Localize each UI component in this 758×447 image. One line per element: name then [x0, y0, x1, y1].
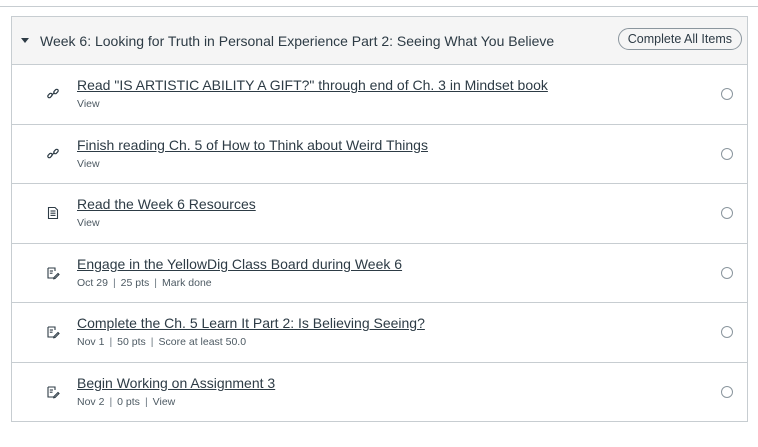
completion-status-icon[interactable]	[721, 385, 733, 398]
completion-status-icon[interactable]	[721, 266, 733, 279]
caret-down-icon[interactable]	[20, 36, 30, 46]
module-header[interactable]: Week 6: Looking for Truth in Personal Ex…	[12, 17, 747, 65]
meta-value: View	[77, 157, 100, 170]
meta-separator: |	[109, 395, 113, 408]
item-title-link[interactable]: Read the Week 6 Resources	[77, 196, 256, 212]
item-title-link[interactable]: Read "IS ARTISTIC ABILITY A GIFT?" throu…	[77, 77, 548, 93]
meta-value: 25 pts	[120, 276, 150, 289]
module-item: Complete the Ch. 5 Learn It Part 2: Is B…	[12, 303, 747, 363]
module-item: Engage in the YellowDig Class Board duri…	[12, 244, 747, 304]
assignment-icon	[46, 325, 60, 339]
link-icon	[46, 147, 60, 161]
item-meta: View	[77, 98, 100, 110]
meta-value: View	[152, 395, 176, 408]
meta-value: View	[77, 217, 100, 230]
meta-value: Nov 1	[77, 336, 105, 349]
item-meta: View	[77, 158, 100, 170]
item-meta: Nov 2 | 0 pts | View	[77, 396, 175, 408]
meta-value: Nov 2	[77, 395, 105, 408]
complete-all-button[interactable]: Complete All Items	[617, 28, 742, 50]
item-title-link[interactable]: Finish reading Ch. 5 of How to Think abo…	[77, 137, 428, 153]
module-item: Begin Working on Assignment 3 Nov 2 | 0 pts…	[12, 363, 747, 423]
meta-value: 0 pts	[117, 395, 140, 408]
completion-status-icon[interactable]	[721, 326, 733, 339]
top-divider	[0, 6, 758, 7]
item-meta: View	[77, 217, 100, 229]
meta-value: 50 pts	[117, 336, 146, 349]
module-item: Read the Week 6 Resources View	[12, 184, 747, 244]
meta-separator: |	[109, 336, 113, 349]
item-meta: Oct 29 | 25 pts | Mark done	[77, 277, 212, 289]
module-item: Read "IS ARTISTIC ABILITY A GIFT?" throu…	[12, 65, 747, 125]
meta-value: View	[77, 98, 100, 110]
completion-status-icon[interactable]	[721, 207, 733, 220]
item-title-link[interactable]: Complete the Ch. 5 Learn It Part 2: Is B…	[77, 315, 425, 331]
assignment-icon	[46, 385, 60, 399]
item-title-link[interactable]: Engage in the YellowDig Class Board duri…	[77, 256, 402, 272]
link-icon	[46, 87, 60, 101]
item-title-link[interactable]: Begin Working on Assignment 3	[77, 375, 275, 391]
assignment-icon	[46, 266, 60, 280]
meta-value: Oct 29	[77, 276, 108, 289]
meta-separator: |	[144, 395, 148, 408]
meta-separator: |	[112, 276, 116, 289]
module-item: Finish reading Ch. 5 of How to Think abo…	[12, 125, 747, 185]
module-panel: Week 6: Looking for Truth in Personal Ex…	[11, 16, 748, 422]
meta-separator: |	[154, 276, 158, 289]
completion-status-icon[interactable]	[721, 88, 733, 100]
meta-value: Score at least 50.0	[158, 336, 247, 349]
meta-separator: |	[150, 336, 154, 349]
meta-value: Mark done	[162, 276, 212, 289]
module-title: Week 6: Looking for Truth in Personal Ex…	[40, 32, 555, 49]
page-icon	[46, 206, 60, 220]
item-meta: Nov 1 | 50 pts | Score at least 50.0	[77, 336, 246, 348]
completion-status-icon[interactable]	[721, 147, 733, 160]
